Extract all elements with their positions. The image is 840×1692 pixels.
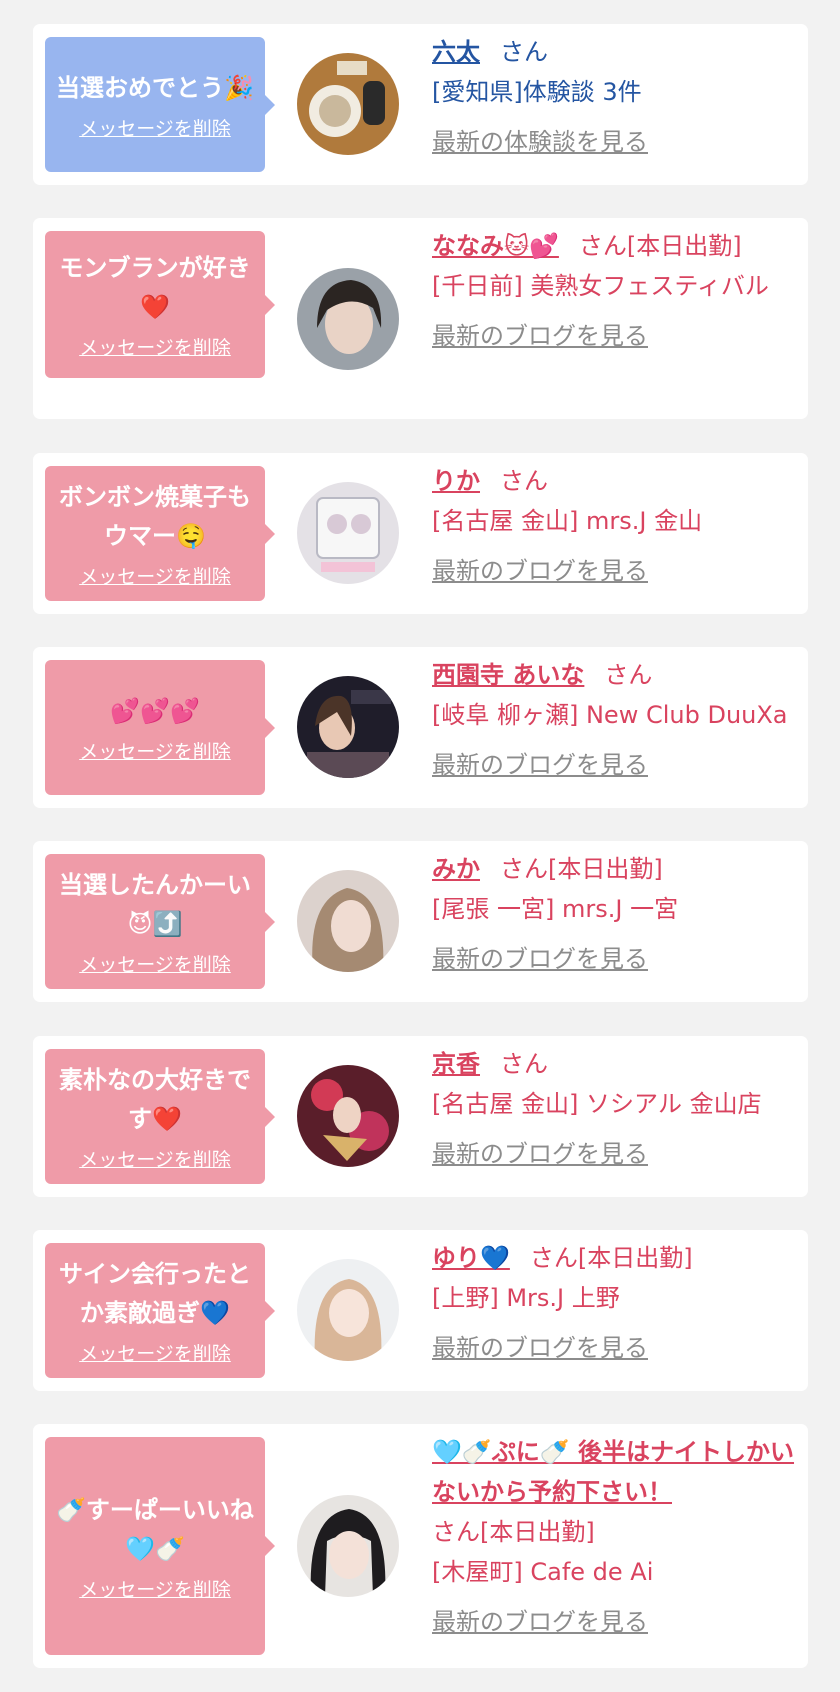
info: ななみ🐱💕 さん[本日出勤] [千日前] 美熟女フェスティバル 最新のブログを見る <box>432 226 794 356</box>
user-name-link[interactable]: りか <box>432 467 480 495</box>
name-suffix: さん[本日出勤] <box>578 232 742 260</box>
latest-link[interactable]: 最新のブログを見る <box>432 316 794 356</box>
list-item: 当選おめでとう🎉 メッセージを削除 六太 さん [愛知県]体験談 3件 最新の体験… <box>33 24 808 185</box>
message-text: 当選おめでとう🎉 <box>56 73 254 102</box>
latest-link[interactable]: 最新のブログを見る <box>432 939 794 979</box>
delete-message-link[interactable]: メッセージを削除 <box>79 562 231 589</box>
favorite-list: 当選おめでとう🎉 メッセージを削除 六太 さん [愛知県]体験談 3件 最新の体験… <box>0 0 840 1692</box>
shop-info: [愛知県]体験談 3件 <box>432 78 642 106</box>
delete-message-link[interactable]: メッセージを削除 <box>79 333 231 360</box>
message-text: モンブランが好き❤️ <box>59 254 251 321</box>
delete-message-link[interactable]: メッセージを削除 <box>79 1145 231 1172</box>
message-bubble: 当選おめでとう🎉 メッセージを削除 <box>45 37 275 172</box>
list-item: 🍼すーぱーいいね🩵🍼 メッセージを削除 🩵🍼ぷに🍼 後半はナイトしかいないから予… <box>33 1424 808 1668</box>
avatar[interactable] <box>297 53 399 155</box>
user-name-link[interactable]: ななみ🐱💕 <box>432 232 559 260</box>
message-bubble: ボンボン焼菓子もウマー🤤 メッセージを削除 <box>45 466 275 601</box>
user-name-link[interactable]: みか <box>432 855 480 883</box>
message-bubble: モンブランが好き❤️ メッセージを削除 <box>45 231 275 378</box>
info: みか さん[本日出勤] [尾張 一宮] mrs.J 一宮 最新のブログを見る <box>432 849 794 979</box>
info: 六太 さん [愛知県]体験談 3件 最新の体験談を見る <box>432 32 794 162</box>
latest-link[interactable]: 最新のブログを見る <box>432 1328 794 1368</box>
name-suffix: さん <box>500 467 548 495</box>
user-name-link[interactable]: 西園寺 あいな <box>432 661 584 689</box>
avatar[interactable] <box>297 482 399 584</box>
message-bubble: 🍼すーぱーいいね🩵🍼 メッセージを削除 <box>45 1437 275 1655</box>
info: りか さん [名古屋 金山] mrs.J 金山 最新のブログを見る <box>432 461 794 591</box>
shop-info: [名古屋 金山] mrs.J 金山 <box>432 507 703 535</box>
shop-info: [名古屋 金山] ソシアル 金山店 <box>432 1090 762 1118</box>
delete-message-link[interactable]: メッセージを削除 <box>79 737 231 764</box>
name-suffix: さん[本日出勤] <box>500 855 663 883</box>
list-item: 💕💕💕 メッセージを削除 西園寺 あいな さん [岐阜 柳ヶ瀬] New Club… <box>33 647 808 808</box>
message-bubble: 素朴なの大好きです❤️ メッセージを削除 <box>45 1049 275 1184</box>
avatar[interactable] <box>297 268 399 370</box>
message-bubble: 💕💕💕 メッセージを削除 <box>45 660 275 795</box>
info: 京香 さん [名古屋 金山] ソシアル 金山店 最新のブログを見る <box>432 1044 794 1174</box>
shop-info: [尾張 一宮] mrs.J 一宮 <box>432 895 679 923</box>
message-text: サイン会行ったとか素敵過ぎ💙 <box>59 1260 251 1327</box>
shop-info: [上野] Mrs.J 上野 <box>432 1284 620 1312</box>
user-name-link[interactable]: ゆり💙 <box>432 1244 510 1272</box>
user-name-link[interactable]: 🩵🍼ぷに🍼 後半はナイトしかいないから予約下さい！ <box>432 1438 794 1506</box>
message-text: 素朴なの大好きです❤️ <box>59 1066 251 1133</box>
list-item: サイン会行ったとか素敵過ぎ💙 メッセージを削除 ゆり💙 さん[本日出勤] [上野]… <box>33 1230 808 1391</box>
list-item: 素朴なの大好きです❤️ メッセージを削除 京香 さん [名古屋 金山] ソシアル … <box>33 1036 808 1197</box>
avatar[interactable] <box>297 1495 399 1597</box>
list-item: モンブランが好き❤️ メッセージを削除 ななみ🐱💕 さん[本日出勤] [千日前] … <box>33 218 808 419</box>
message-text: 🍼すーぱーいいね🩵🍼 <box>56 1495 254 1563</box>
name-suffix: さん <box>604 661 653 689</box>
message-text: 💕💕💕 <box>110 696 200 725</box>
message-text: 当選したんかーい😈⤴️ <box>59 871 251 938</box>
latest-link[interactable]: 最新のブログを見る <box>432 1134 794 1174</box>
avatar[interactable] <box>297 870 399 972</box>
shop-info: [岐阜 柳ヶ瀬] New Club DuuXa <box>432 701 788 729</box>
name-suffix: さん[本日出勤] <box>432 1518 595 1546</box>
shop-info: [木屋町] Cafe de Ai <box>432 1558 654 1586</box>
delete-message-link[interactable]: メッセージを削除 <box>79 1339 231 1366</box>
list-item: ボンボン焼菓子もウマー🤤 メッセージを削除 りか さん [名古屋 金山] mrs.… <box>33 453 808 614</box>
message-bubble: 当選したんかーい😈⤴️ メッセージを削除 <box>45 854 275 989</box>
list-item: 当選したんかーい😈⤴️ メッセージを削除 みか さん[本日出勤] [尾張 一宮] … <box>33 841 808 1002</box>
latest-link[interactable]: 最新のブログを見る <box>432 1602 794 1642</box>
user-name-link[interactable]: 六太 <box>432 38 480 66</box>
latest-link[interactable]: 最新のブログを見る <box>432 551 794 591</box>
message-bubble: サイン会行ったとか素敵過ぎ💙 メッセージを削除 <box>45 1243 275 1378</box>
latest-link[interactable]: 最新のブログを見る <box>432 745 794 785</box>
info: 🩵🍼ぷに🍼 後半はナイトしかいないから予約下さい！ さん[本日出勤] [木屋町]… <box>432 1432 794 1642</box>
info: 西園寺 あいな さん [岐阜 柳ヶ瀬] New Club DuuXa 最新のブログ… <box>432 655 794 785</box>
avatar[interactable] <box>297 676 399 778</box>
delete-message-link[interactable]: メッセージを削除 <box>79 114 231 141</box>
delete-message-link[interactable]: メッセージを削除 <box>79 950 231 977</box>
user-name-link[interactable]: 京香 <box>432 1050 480 1078</box>
info: ゆり💙 さん[本日出勤] [上野] Mrs.J 上野 最新のブログを見る <box>432 1238 794 1368</box>
avatar[interactable] <box>297 1259 399 1361</box>
shop-info: [千日前] 美熟女フェスティバル <box>432 272 769 300</box>
message-text: ボンボン焼菓子もウマー🤤 <box>59 483 251 550</box>
name-suffix: さん <box>500 1050 548 1078</box>
latest-link[interactable]: 最新の体験談を見る <box>432 122 794 162</box>
name-suffix: さん <box>500 38 548 66</box>
delete-message-link[interactable]: メッセージを削除 <box>79 1575 231 1602</box>
avatar[interactable] <box>297 1065 399 1167</box>
name-suffix: さん[本日出勤] <box>529 1244 693 1272</box>
